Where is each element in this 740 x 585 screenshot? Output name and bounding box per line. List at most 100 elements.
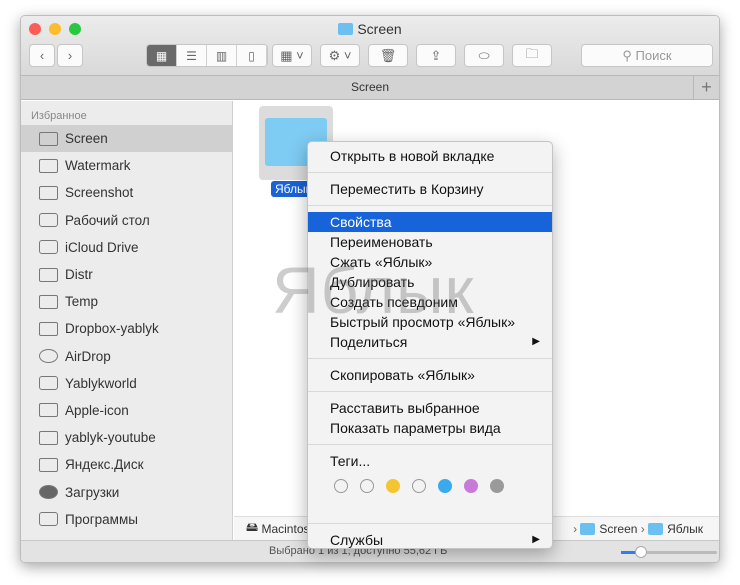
search-input[interactable]: ⚲ Поиск <box>581 44 713 67</box>
sidebar-item[interactable]: Screenshot <box>21 179 232 206</box>
folder-icon <box>39 267 58 282</box>
desktop-icon <box>39 213 58 228</box>
submenu-arrow-icon: ▶ <box>532 336 540 347</box>
divider <box>308 391 552 392</box>
downloads-icon <box>39 485 58 500</box>
new-folder-button[interactable]: 🗀 <box>512 44 552 67</box>
folder-icon <box>39 294 58 309</box>
tag-color-dot[interactable] <box>438 479 452 493</box>
menu-compress[interactable]: Сжать «Яблык» <box>308 252 552 272</box>
sidebar-item[interactable]: Dropbox-yablyk <box>21 315 232 342</box>
menu-show-view-options[interactable]: Показать параметры вида <box>308 418 552 438</box>
folder-icon <box>39 403 58 418</box>
sidebar-item-label: Apple-icon <box>65 402 129 418</box>
view-switcher: ▦ ☰ ▥ ▯ <box>146 44 268 67</box>
tag-color-dot[interactable] <box>412 479 426 493</box>
disk-icon: 🖴 <box>246 520 259 534</box>
sidebar-item-label: Загрузки <box>65 484 120 500</box>
toolbar: Screen ‹ › ▦ ☰ ▥ ▯ ▦ ˅ ⚙ ˅ 🗑 ⇪ ⬭ 🗀 ⚲ Пои… <box>21 16 719 76</box>
sidebar-item-label: Яндекс.Диск <box>65 457 144 473</box>
trash-button[interactable]: 🗑 <box>368 44 408 67</box>
divider <box>308 172 552 173</box>
list-view-button[interactable]: ☰ <box>177 45 207 66</box>
sidebar-item-label: iCloud Drive <box>65 239 139 255</box>
window-title: Screen <box>21 21 719 37</box>
sidebar: Избранное Screen Watermark Screenshot Рабоч… <box>21 101 233 562</box>
menu-services[interactable]: Службы ▶ <box>308 530 552 550</box>
new-tab-button[interactable]: + <box>693 76 719 99</box>
menu-rename[interactable]: Переименовать <box>308 232 552 252</box>
menu-tags[interactable]: Теги... <box>308 451 552 471</box>
divider <box>308 523 552 524</box>
sidebar-item-label: Screenshot <box>65 185 134 201</box>
sidebar-item-label: Temp <box>65 294 99 310</box>
menu-open-new-tab[interactable]: Открыть в новой вкладке <box>308 146 552 166</box>
sidebar-item-label: Distr <box>65 267 93 283</box>
sidebar-item[interactable]: Yablykworld <box>21 370 232 397</box>
folder-icon <box>39 158 58 173</box>
sidebar-item[interactable]: Screen <box>21 125 232 153</box>
tab-label: Screen <box>350 80 390 94</box>
slider-thumb[interactable] <box>635 546 647 558</box>
folder-icon <box>580 522 596 535</box>
menu-share[interactable]: Поделиться ▶ <box>308 332 552 352</box>
menu-make-alias[interactable]: Создать псевдоним <box>308 292 552 312</box>
applications-icon <box>39 512 58 527</box>
divider <box>308 205 552 206</box>
tag-button[interactable]: ⬭ <box>464 44 504 67</box>
zoom-slider[interactable] <box>621 546 717 558</box>
divider <box>308 444 552 445</box>
context-menu: Открыть в новой вкладке Переместить в Ко… <box>307 141 553 549</box>
sidebar-item[interactable]: Загрузки <box>21 478 232 505</box>
menu-move-to-trash[interactable]: Переместить в Корзину <box>308 179 552 199</box>
menu-quick-look[interactable]: Быстрый просмотр «Яблык» <box>308 312 552 332</box>
menu-label: Поделиться <box>330 334 408 350</box>
sidebar-item[interactable]: Distr <box>21 261 232 288</box>
tag-colors <box>308 471 552 511</box>
menu-label: Службы <box>330 532 384 548</box>
sidebar-item[interactable]: Яндекс.Диск <box>21 451 232 478</box>
back-button[interactable]: ‹ <box>29 44 55 67</box>
sidebar-item[interactable]: yablyk-youtube <box>21 424 232 451</box>
menu-copy[interactable]: Скопировать «Яблык» <box>308 365 552 385</box>
folder-icon <box>39 185 58 200</box>
menu-clean-up-selection[interactable]: Расставить выбранное <box>308 398 552 418</box>
folder-icon <box>39 430 58 445</box>
sidebar-item[interactable]: Программы <box>21 506 232 533</box>
tag-color-dot[interactable] <box>360 479 374 493</box>
tag-color-dot[interactable] <box>334 479 348 493</box>
sidebar-item[interactable]: Apple-icon <box>21 397 232 424</box>
sidebar-item-label: Watermark <box>65 158 131 174</box>
tag-color-dot[interactable] <box>386 479 400 493</box>
airdrop-icon <box>39 349 58 364</box>
folder-icon <box>338 23 354 35</box>
forward-button[interactable]: › <box>57 44 83 67</box>
submenu-arrow-icon: ▶ <box>532 534 540 545</box>
folder-icon <box>39 321 58 336</box>
folder-icon <box>39 131 58 146</box>
tab-screen[interactable]: Screen + <box>21 76 719 100</box>
sidebar-item[interactable]: Рабочий стол <box>21 207 232 234</box>
tag-color-dot[interactable] <box>464 479 478 493</box>
sidebar-item-label: Yablykworld <box>65 375 137 391</box>
sidebar-item[interactable]: Temp <box>21 288 232 315</box>
action-gear-button[interactable]: ⚙ ˅ <box>320 44 360 67</box>
share-button[interactable]: ⇪ <box>416 44 456 67</box>
sidebar-item[interactable]: Watermark <box>21 152 232 179</box>
menu-duplicate[interactable]: Дублировать <box>308 272 552 292</box>
sidebar-item[interactable]: AirDrop <box>21 343 232 370</box>
path-item[interactable]: Screen <box>599 522 637 536</box>
sidebar-item[interactable]: iCloud Drive <box>21 234 232 261</box>
sidebar-item-label: yablyk-youtube <box>65 430 156 446</box>
path-item[interactable]: Яблык <box>667 522 703 536</box>
sidebar-item-label: AirDrop <box>65 348 111 364</box>
icon-view-button[interactable]: ▦ <box>147 45 177 66</box>
sidebar-item-label: Рабочий стол <box>65 212 150 228</box>
tag-color-dot[interactable] <box>490 479 504 493</box>
column-view-button[interactable]: ▥ <box>207 45 237 66</box>
coverflow-view-button[interactable]: ▯ <box>237 45 267 66</box>
arrange-button[interactable]: ▦ ˅ <box>272 44 312 67</box>
menu-get-info[interactable]: Свойства <box>308 212 552 232</box>
sidebar-heading: Избранное <box>31 110 87 122</box>
title-text: Screen <box>357 21 402 37</box>
